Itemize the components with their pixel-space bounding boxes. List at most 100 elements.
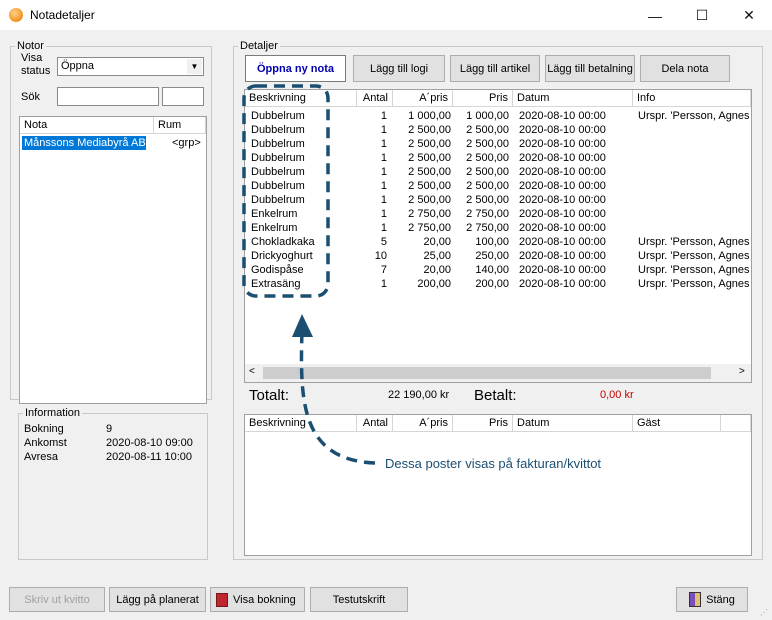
table-row[interactable]: Drickyoghurt 10 25,00 250,00 2020-08-10 00:0… — [245, 250, 751, 264]
door-icon — [689, 592, 702, 607]
column-header-antal[interactable]: Antal — [357, 90, 393, 107]
info-label-ankomst: Ankomst — [24, 437, 67, 449]
cell-beskrivning: Dubbelrum — [251, 124, 305, 136]
nota-list[interactable]: Nota Rum Månssons Mediabyrå AB <grp> — [19, 116, 207, 404]
table-row[interactable]: Enkelrum 1 2 750,00 2 750,00 2020-08-10 00:0… — [245, 208, 751, 222]
cell-datum: 2020-08-10 00:00 — [519, 124, 606, 136]
table-row[interactable]: Enkelrum 1 2 750,00 2 750,00 2020-08-10 00:0… — [245, 222, 751, 236]
cell-datum: 2020-08-10 00:00 — [519, 222, 606, 234]
cell-apris: 2 500,00 — [408, 124, 451, 136]
cell-beskrivning: Dubbelrum — [251, 194, 305, 206]
info-label-bokning: Bokning — [24, 423, 64, 435]
table-row[interactable]: Dubbelrum 1 2 500,00 2 500,00 2020-08-10 00:… — [245, 166, 751, 180]
close-dialog-label: Stäng — [706, 593, 735, 606]
cell-pris: 1 000,00 — [466, 110, 509, 122]
resize-grip-icon[interactable]: ⋰ — [760, 608, 770, 618]
column-header-apris[interactable]: A´pris — [393, 90, 453, 107]
title-bar: Notadetaljer — ☐ ✕ — [0, 0, 772, 31]
cell-beskrivning: Dubbelrum — [251, 110, 305, 122]
cell-antal: 10 — [374, 250, 387, 262]
lower-column-header-beskrivning[interactable]: Beskrivning — [245, 415, 357, 432]
search-input[interactable] — [57, 87, 159, 106]
close-dialog-button[interactable]: Stäng — [676, 587, 748, 612]
table-row[interactable]: Dubbelrum 1 2 500,00 2 500,00 2020-08-10 00:… — [245, 180, 751, 194]
cell-datum: 2020-08-10 00:00 — [519, 110, 606, 122]
lower-column-header-blank — [721, 415, 751, 432]
cell-apris: 2 750,00 — [408, 222, 451, 234]
cell-beskrivning: Enkelrum — [251, 222, 298, 234]
lower-column-header-apris[interactable]: A´pris — [393, 415, 453, 432]
list-item[interactable]: Månssons Mediabyrå AB <grp> — [20, 136, 206, 150]
cell-apris: 25,00 — [423, 250, 451, 262]
column-header-beskrivning[interactable]: Beskrivning — [245, 90, 357, 107]
nota-name: Månssons Mediabyrå AB — [22, 136, 146, 150]
scroll-left-icon[interactable]: < — [249, 366, 255, 377]
cell-antal: 1 — [380, 124, 387, 136]
cell-antal: 1 — [380, 208, 387, 220]
table-row[interactable]: Chokladkaka 5 20,00 100,00 2020-08-10 00:00 U… — [245, 236, 751, 250]
scrollbar-thumb[interactable] — [263, 367, 711, 379]
cell-apris: 2 500,00 — [408, 138, 451, 150]
horizontal-scrollbar[interactable]: < > — [245, 364, 751, 382]
table-row[interactable]: Dubbelrum 1 2 500,00 2 500,00 2020-08-10 00:… — [245, 194, 751, 208]
split-bill-button[interactable]: Dela nota — [640, 55, 730, 82]
cell-pris: 200,00 — [475, 278, 509, 290]
sok-label: Sök — [21, 91, 40, 103]
table-row[interactable]: Godispåse 7 20,00 140,00 2020-08-10 00:00 Urs… — [245, 264, 751, 278]
cell-datum: 2020-08-10 00:00 — [519, 166, 606, 178]
cell-datum: 2020-08-10 00:00 — [519, 250, 606, 262]
cell-antal: 7 — [380, 264, 387, 276]
cell-apris: 1 000,00 — [408, 110, 451, 122]
table-row[interactable]: Dubbelrum 1 2 500,00 2 500,00 2020-08-10 00:… — [245, 152, 751, 166]
table-row[interactable]: Extrasäng 1 200,00 200,00 2020-08-10 00:00 Ur… — [245, 278, 751, 292]
print-receipt-button[interactable]: Skriv ut kvitto — [9, 587, 105, 612]
column-header-pris[interactable]: Pris — [453, 90, 513, 107]
cell-apris: 2 500,00 — [408, 180, 451, 192]
table-row[interactable]: Dubbelrum 1 2 500,00 2 500,00 2020-08-10 00:… — [245, 138, 751, 152]
show-booking-button[interactable]: Visa bokning — [210, 587, 305, 612]
cell-antal: 5 — [380, 236, 387, 248]
window-title: Notadetaljer — [30, 8, 95, 22]
column-header-nota[interactable]: Nota — [20, 117, 154, 134]
cell-apris: 20,00 — [423, 236, 451, 248]
chevron-down-icon[interactable]: ▼ — [187, 59, 202, 74]
cell-datum: 2020-08-10 00:00 — [519, 264, 606, 276]
bill-items-table[interactable]: Beskrivning Antal A´pris Pris Datum Info… — [244, 89, 752, 383]
cell-apris: 2 750,00 — [408, 208, 451, 220]
add-lodging-button[interactable]: Lägg till logi — [353, 55, 445, 82]
cell-datum: 2020-08-10 00:00 — [519, 208, 606, 220]
lower-column-header-datum[interactable]: Datum — [513, 415, 633, 432]
visa-status-dropdown[interactable]: Öppna ▼ — [57, 57, 204, 76]
lower-column-header-antal[interactable]: Antal — [357, 415, 393, 432]
column-header-info[interactable]: Info — [633, 90, 751, 107]
cell-beskrivning: Dubbelrum — [251, 152, 305, 164]
detaljer-legend: Detaljer — [240, 40, 278, 52]
add-article-button[interactable]: Lägg till artikel — [450, 55, 540, 82]
cell-antal: 1 — [380, 152, 387, 164]
cell-apris: 200,00 — [417, 278, 451, 290]
lower-column-header-gast[interactable]: Gäst — [633, 415, 721, 432]
scroll-right-icon[interactable]: > — [739, 366, 745, 377]
cell-pris: 140,00 — [475, 264, 509, 276]
test-print-button[interactable]: Testutskrift — [310, 587, 408, 612]
search-room-input[interactable] — [162, 87, 204, 106]
close-button[interactable]: ✕ — [726, 0, 772, 31]
payments-table[interactable]: Beskrivning Antal A´pris Pris Datum Gäst — [244, 414, 752, 556]
cell-beskrivning: Godispåse — [251, 264, 304, 276]
column-header-rum[interactable]: Rum — [154, 117, 206, 134]
minimize-button[interactable]: — — [632, 0, 678, 31]
cell-info: Urspr. 'Persson, Agnes ( — [638, 278, 750, 290]
tab-oppna-ny-nota[interactable]: Öppna ny nota — [245, 55, 346, 82]
column-header-datum[interactable]: Datum — [513, 90, 633, 107]
info-label-avresa: Avresa — [24, 451, 59, 463]
add-payment-button[interactable]: Lägg till betalning — [545, 55, 635, 82]
lower-column-header-pris[interactable]: Pris — [453, 415, 513, 432]
add-to-planned-button[interactable]: Lägg på planerat — [109, 587, 206, 612]
table-row[interactable]: Dubbelrum 1 2 500,00 2 500,00 2020-08-10 00:… — [245, 124, 751, 138]
cell-beskrivning: Chokladkaka — [251, 236, 315, 248]
cell-info: Urspr. 'Persson, Agnes ( — [638, 264, 750, 276]
maximize-button[interactable]: ☐ — [679, 0, 725, 31]
cell-beskrivning: Extrasäng — [251, 278, 301, 290]
table-row[interactable]: Dubbelrum 1 1 000,00 1 000,00 2020-08-10 00:… — [245, 110, 751, 124]
show-booking-label: Visa bokning — [233, 593, 296, 606]
